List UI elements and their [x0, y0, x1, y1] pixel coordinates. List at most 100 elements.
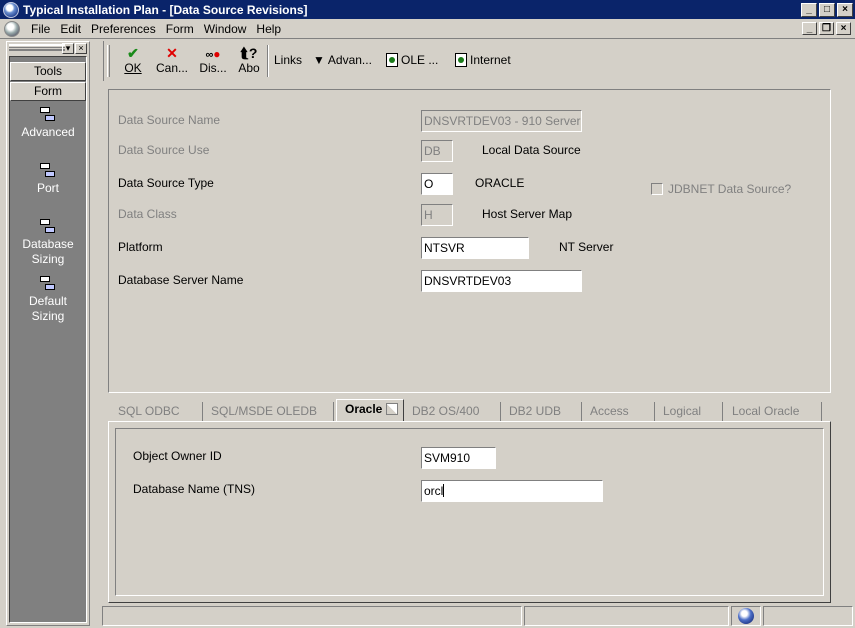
sidebar-item-port[interactable]: Port [10, 163, 86, 195]
close-button[interactable]: × [837, 2, 853, 17]
advanced-link-label: Advan... [327, 53, 372, 67]
sidebar-item-database-sizing[interactable]: Database Sizing [10, 219, 86, 267]
about-label: Abo [238, 61, 260, 75]
tab-tools[interactable]: Tools [10, 62, 86, 81]
display-label: Dis... [199, 61, 227, 75]
tab-db2-udb[interactable]: DB2 UDB [501, 402, 582, 421]
data-class-field: H [421, 204, 453, 226]
menu-file[interactable]: File [26, 22, 55, 36]
toolbar-separator [267, 45, 269, 77]
tab-sql-msde-oledb[interactable]: SQL/MSDE OLEDB [203, 402, 334, 421]
panel-grip-line [9, 47, 65, 48]
navigate-icon [40, 219, 56, 235]
cancel-button[interactable]: ✕ Can... [154, 45, 190, 75]
sidebar-item-label: Database Sizing [22, 237, 74, 266]
sidebar-item-label: Port [36, 181, 59, 195]
mdi-close-button[interactable]: × [836, 22, 851, 35]
cancel-label: Can... [155, 61, 188, 75]
data-source-type-field[interactable]: O [421, 173, 453, 195]
jdbnet-checkbox[interactable] [651, 183, 663, 195]
mdi-minimize-button[interactable]: _ [802, 22, 817, 35]
database-server-name-label: Database Server Name [118, 273, 244, 287]
data-source-type-description: ORACLE [475, 176, 525, 190]
data-source-use-label: Data Source Use [118, 143, 210, 157]
ole-link[interactable]: OLE ... [386, 53, 438, 67]
tab-local-oracle[interactable]: Local Oracle [724, 402, 822, 421]
sidebar-item-default-sizing[interactable]: Default Sizing [10, 276, 86, 324]
tab-db2-os400[interactable]: DB2 OS/400 [404, 402, 501, 421]
menu-edit[interactable]: Edit [55, 22, 86, 36]
app-globe-icon [3, 1, 19, 18]
panel-close-icon[interactable]: × [75, 43, 87, 54]
document-globe-icon[interactable] [4, 20, 20, 37]
window-title: Typical Installation Plan - [Data Source… [23, 2, 308, 17]
ole-link-label: OLE ... [401, 53, 439, 67]
database-name-tns-label: Database Name (TNS) [133, 482, 256, 496]
data-class-label: Data Class [118, 207, 177, 221]
tab-oracle-label: Oracle [345, 402, 383, 416]
data-source-name-label: Data Source Name [118, 113, 221, 127]
tab-corner-icon [386, 403, 399, 415]
menu-help[interactable]: Help [251, 22, 286, 36]
data-source-use-field: DB [421, 140, 453, 162]
tab-access[interactable]: Access [582, 402, 655, 421]
panel-body: Tools Form Advanced Port Database Sizing… [9, 56, 87, 623]
platform-label: Platform [118, 240, 163, 254]
ok-label: OK [124, 61, 142, 75]
menu-window[interactable]: Window [199, 22, 252, 36]
status-bar [100, 606, 855, 628]
check-icon: ✔ [127, 45, 139, 61]
maximize-button[interactable]: □ [819, 2, 835, 17]
tab-oracle[interactable]: Oracle [336, 399, 404, 422]
menu-bar: File Edit Preferences Form Window Help _… [0, 19, 855, 39]
object-owner-id-label: Object Owner ID [133, 449, 222, 463]
status-cell-end [763, 606, 853, 626]
status-cell-main [102, 606, 522, 626]
dropdown-arrow-icon: ▼ [313, 53, 325, 67]
about-button[interactable]: ⮬? Abo [234, 45, 264, 75]
display-button[interactable]: ∞● Dis... [196, 45, 230, 75]
window-title-bar: Typical Installation Plan - [Data Source… [0, 0, 855, 19]
mdi-restore-button[interactable]: ❐ [819, 22, 834, 35]
globe-status-icon [738, 608, 754, 624]
data-source-type-label: Data Source Type [118, 176, 214, 190]
jdbnet-label: JDBNET Data Source? [668, 182, 792, 196]
tab-logical[interactable]: Logical [655, 402, 723, 421]
data-class-description: Host Server Map [482, 207, 573, 221]
status-cell-globe [731, 606, 761, 626]
menu-preferences[interactable]: Preferences [86, 22, 161, 36]
sidebar-item-label: Default Sizing [28, 294, 68, 323]
display-icon: ∞● [205, 47, 221, 61]
navigate-icon [40, 107, 56, 123]
advanced-link[interactable]: ▼ Advan... [313, 53, 372, 67]
sidebar-item-advanced[interactable]: Advanced [10, 107, 86, 139]
internet-page-icon [455, 53, 467, 67]
data-source-use-description: Local Data Source [482, 143, 581, 157]
internet-link-label: Internet [470, 53, 511, 67]
text-cursor [443, 484, 445, 497]
ok-button[interactable]: ✔ OK [120, 45, 146, 75]
platform-field[interactable]: NTSVR [421, 237, 529, 259]
internet-link[interactable]: Internet [455, 53, 511, 67]
tab-sql-odbc[interactable]: SQL ODBC [110, 402, 203, 421]
database-server-name-field[interactable]: DNSVRTDEV03 [421, 270, 582, 292]
data-source-name-field: DNSVRTDEV03 - 910 Server [421, 110, 582, 132]
platform-description: NT Server [559, 240, 614, 254]
navigate-icon [40, 276, 56, 292]
panel-dropdown-icon[interactable]: ▾ [62, 43, 74, 54]
links-label: Links [274, 53, 303, 67]
status-cell-secondary [524, 606, 729, 626]
toolbar-grip[interactable] [107, 45, 110, 77]
sidebar-item-label: Advanced [21, 125, 75, 139]
navigate-icon [40, 163, 56, 179]
database-name-tns-field[interactable]: orcl [421, 480, 603, 502]
cancel-x-icon: ✕ [166, 45, 178, 61]
tab-form[interactable]: Form [10, 82, 86, 101]
database-name-tns-value: orcl [424, 484, 444, 498]
ole-page-icon [386, 53, 398, 67]
object-owner-id-field[interactable]: SVM910 [421, 447, 496, 469]
menu-form[interactable]: Form [161, 22, 199, 36]
minimize-button[interactable]: _ [801, 2, 817, 17]
help-pointer-icon: ⮬? [240, 45, 258, 61]
toolbar: ✔ OK ✕ Can... ∞● Dis... ⮬? Abo Links ▼ A… [103, 41, 853, 81]
